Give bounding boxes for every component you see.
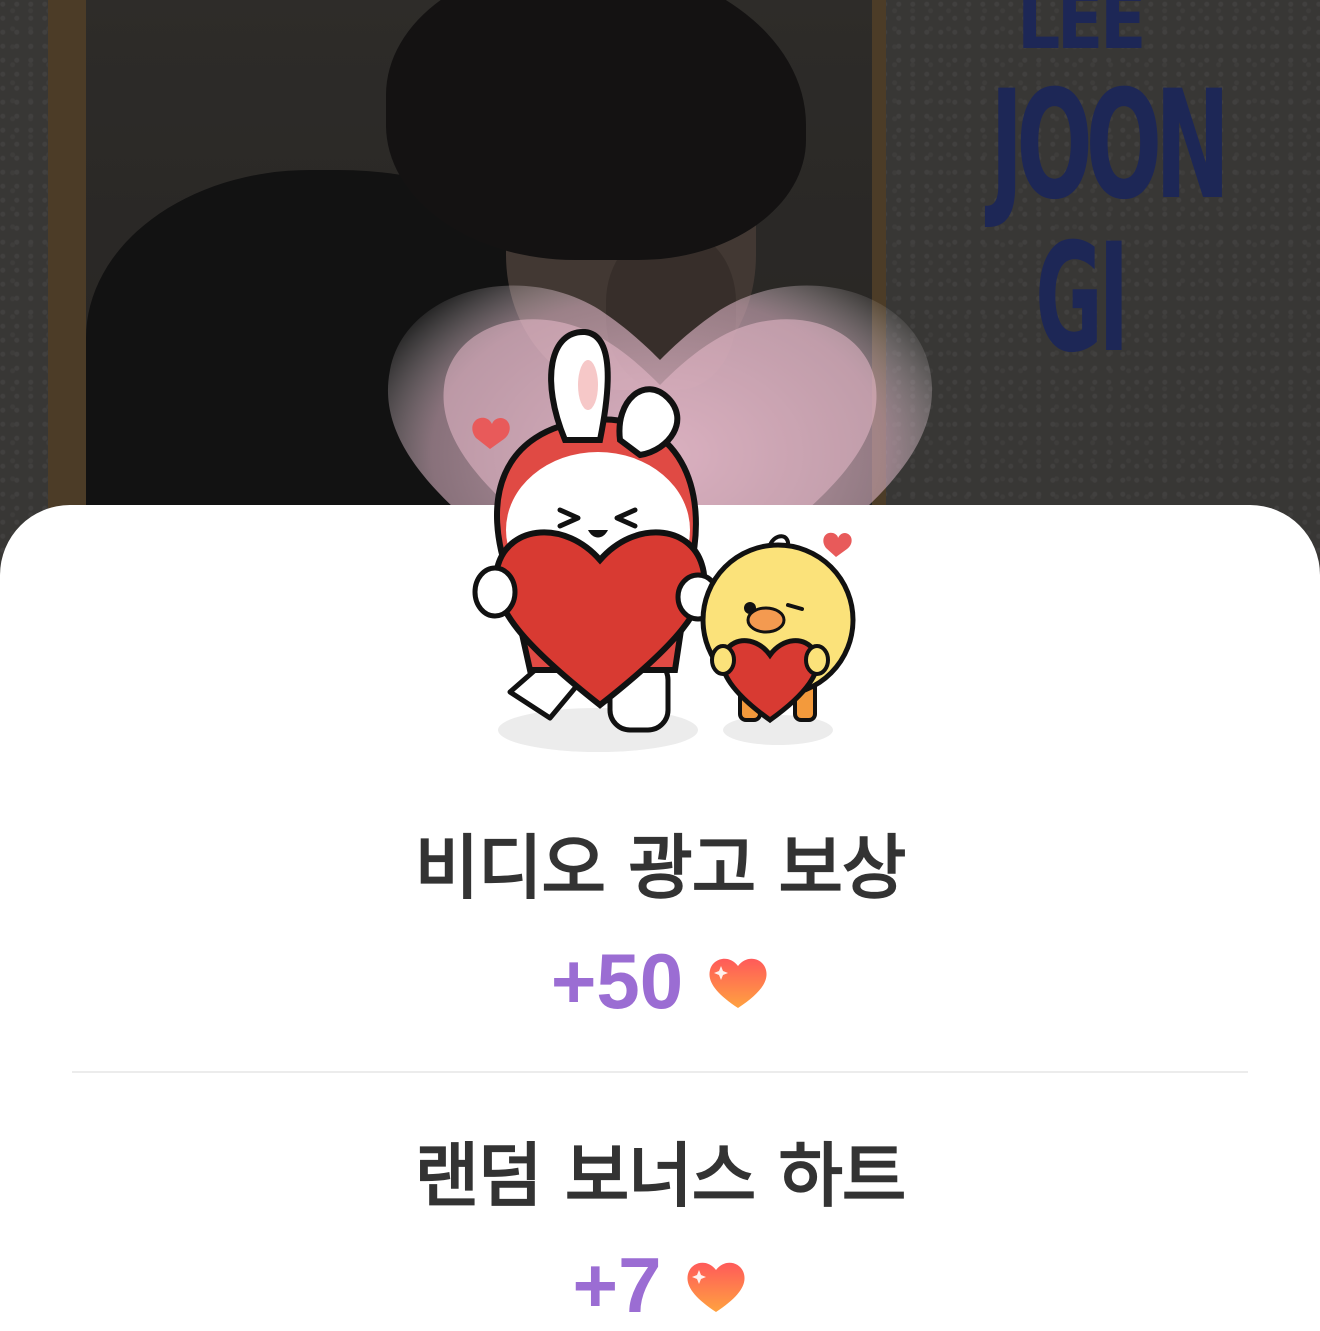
heart-icon [709,958,767,1008]
reward-amount-row: +50 [0,936,1320,1027]
section-divider [72,1071,1248,1073]
reward-amount: +7 [572,1241,662,1329]
reward-amount: +50 [550,937,684,1025]
reward-title: 비디오 광고 보상 [414,827,907,909]
reward-title: 랜덤 보너스 하트 [414,1135,907,1217]
mascot-illustration [472,328,856,752]
heart-icon [687,1262,745,1312]
reward-amount-row: +7 [0,1240,1320,1331]
